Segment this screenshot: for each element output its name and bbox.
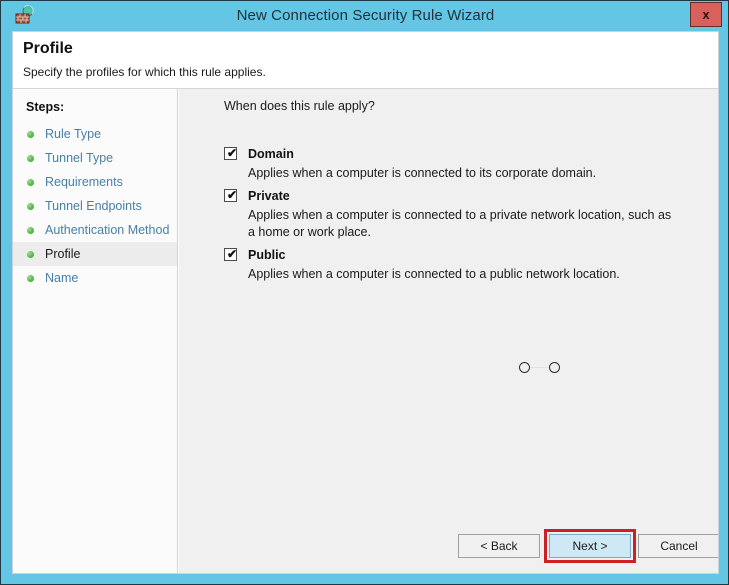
private-label: Private <box>248 189 290 203</box>
sidebar-item-authentication-method[interactable]: Authentication Method <box>13 218 177 242</box>
sidebar-item-label: Name <box>45 271 79 285</box>
option-private: ✔ Private Applies when a computer is con… <box>224 187 694 241</box>
back-button[interactable]: < Back <box>458 534 540 558</box>
private-description: Applies when a computer is connected to … <box>248 208 672 239</box>
endpoint-circle-icon <box>519 362 530 373</box>
sidebar-item-tunnel-type[interactable]: Tunnel Type <box>13 146 177 170</box>
sidebar-item-label: Rule Type <box>45 127 102 141</box>
step-bullet-icon <box>27 203 34 210</box>
steps-list: Rule Type Tunnel Type Requirements Tunne… <box>13 122 177 290</box>
sidebar-item-profile[interactable]: Profile <box>13 242 177 266</box>
domain-label: Domain <box>248 147 294 161</box>
sidebar-item-label: Profile <box>45 247 81 261</box>
option-public: ✔ Public Applies when a computer is conn… <box>224 246 694 283</box>
step-bullet-icon <box>27 227 34 234</box>
close-icon[interactable]: x <box>690 2 722 27</box>
domain-checkbox[interactable]: ✔ <box>224 146 238 160</box>
content-question: When does this rule apply? <box>224 99 375 113</box>
sidebar-item-label: Tunnel Endpoints <box>45 199 142 213</box>
connection-endpoints-glyph <box>519 359 567 377</box>
public-checkbox-row[interactable]: ✔ Public <box>224 246 694 266</box>
step-bullet-icon <box>27 275 34 282</box>
next-button[interactable]: Next > <box>549 534 631 558</box>
sidebar-item-name[interactable]: Name <box>13 266 177 290</box>
private-checkbox-row[interactable]: ✔ Private <box>224 187 694 207</box>
endpoint-circle-icon <box>549 362 560 373</box>
step-bullet-icon <box>27 131 34 138</box>
window-title: New Connection Security Rule Wizard <box>236 7 495 24</box>
step-bullet-icon <box>27 155 34 162</box>
page-title: Profile <box>23 40 73 57</box>
page-header: Profile Specify the profiles for which t… <box>13 32 718 89</box>
public-checkbox[interactable]: ✔ <box>224 247 238 261</box>
steps-label: Steps: <box>26 100 65 114</box>
wizard-footer: < Back Next > Cancel <box>179 522 718 573</box>
sidebar-item-rule-type[interactable]: Rule Type <box>13 122 177 146</box>
step-bullet-icon <box>27 251 34 258</box>
public-label: Public <box>248 248 286 262</box>
step-bullet-icon <box>27 179 34 186</box>
main-content: When does this rule apply? ✔ Domain Appl… <box>179 89 718 573</box>
sidebar-item-label: Authentication Method <box>45 223 170 237</box>
wizard-window: New Connection Security Rule Wizard x Pr… <box>0 0 729 585</box>
cancel-button[interactable]: Cancel <box>638 534 718 558</box>
public-description: Applies when a computer is connected to … <box>248 267 620 281</box>
checkmark-icon: ✔ <box>227 146 238 160</box>
client-area: Profile Specify the profiles for which t… <box>12 31 719 574</box>
page-subtitle: Specify the profiles for which this rule… <box>23 65 266 79</box>
sidebar-item-requirements[interactable]: Requirements <box>13 170 177 194</box>
title-bar: New Connection Security Rule Wizard x <box>1 1 728 31</box>
domain-checkbox-row[interactable]: ✔ Domain <box>224 145 694 165</box>
steps-sidebar: Steps: Rule Type Tunnel Type Requirement… <box>13 89 178 573</box>
sidebar-item-tunnel-endpoints[interactable]: Tunnel Endpoints <box>13 194 177 218</box>
sidebar-item-label: Requirements <box>45 175 123 189</box>
domain-description: Applies when a computer is connected to … <box>248 166 597 180</box>
profile-options-group: ✔ Domain Applies when a computer is conn… <box>224 145 694 288</box>
private-checkbox[interactable]: ✔ <box>224 188 238 202</box>
sidebar-item-label: Tunnel Type <box>45 151 114 165</box>
checkmark-icon: ✔ <box>227 247 238 261</box>
checkmark-icon: ✔ <box>227 188 238 202</box>
option-domain: ✔ Domain Applies when a computer is conn… <box>224 145 694 182</box>
